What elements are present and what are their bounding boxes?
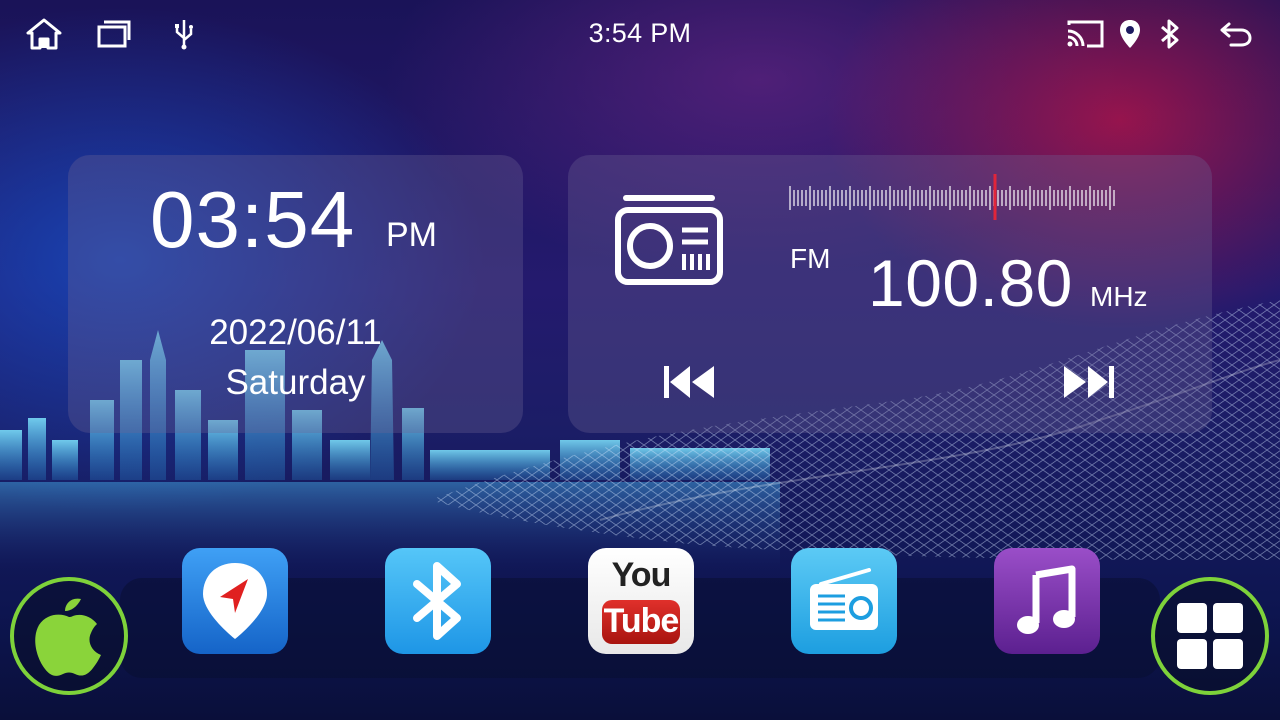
music-app[interactable] <box>994 548 1100 654</box>
navigation-icon <box>203 563 267 639</box>
bluetooth-app[interactable] <box>385 548 491 654</box>
youtube-app[interactable]: You Tube <box>588 548 694 654</box>
frequency-value: 100.80 <box>868 246 1073 320</box>
frequency-unit: MHz <box>1090 281 1148 312</box>
clock-weekday: Saturday <box>225 363 366 402</box>
previous-station-button[interactable] <box>656 360 724 404</box>
location-icon <box>1112 16 1148 52</box>
music-note-icon <box>1017 565 1076 634</box>
radio-icon[interactable] <box>612 188 726 293</box>
next-track-icon <box>1064 366 1114 398</box>
youtube-logo-tube: Tube <box>603 602 680 640</box>
youtube-icon: You Tube <box>598 556 684 646</box>
clock-time: 03:54 <box>150 175 356 264</box>
bluetooth-icon <box>1152 16 1188 52</box>
band-label: FM <box>790 243 831 274</box>
next-station-button[interactable] <box>1054 360 1122 404</box>
all-apps-button[interactable] <box>1151 577 1269 695</box>
clock-date: 2022/06/11 <box>209 313 382 352</box>
screen-cast-icon <box>1064 16 1106 52</box>
carplay-button[interactable] <box>10 577 128 695</box>
clock-ampm: PM <box>386 216 437 254</box>
carplay-apple-icon <box>35 598 101 676</box>
radio-app[interactable] <box>791 548 897 654</box>
app-grid-icon <box>1177 603 1243 669</box>
radio-icon <box>810 568 878 630</box>
bluetooth-icon <box>413 562 461 640</box>
previous-track-icon <box>664 366 714 398</box>
frequency-dial[interactable] <box>788 172 1118 224</box>
back-icon[interactable] <box>1218 16 1254 52</box>
youtube-logo-you: You <box>611 556 672 594</box>
navigation-app[interactable] <box>182 548 288 654</box>
